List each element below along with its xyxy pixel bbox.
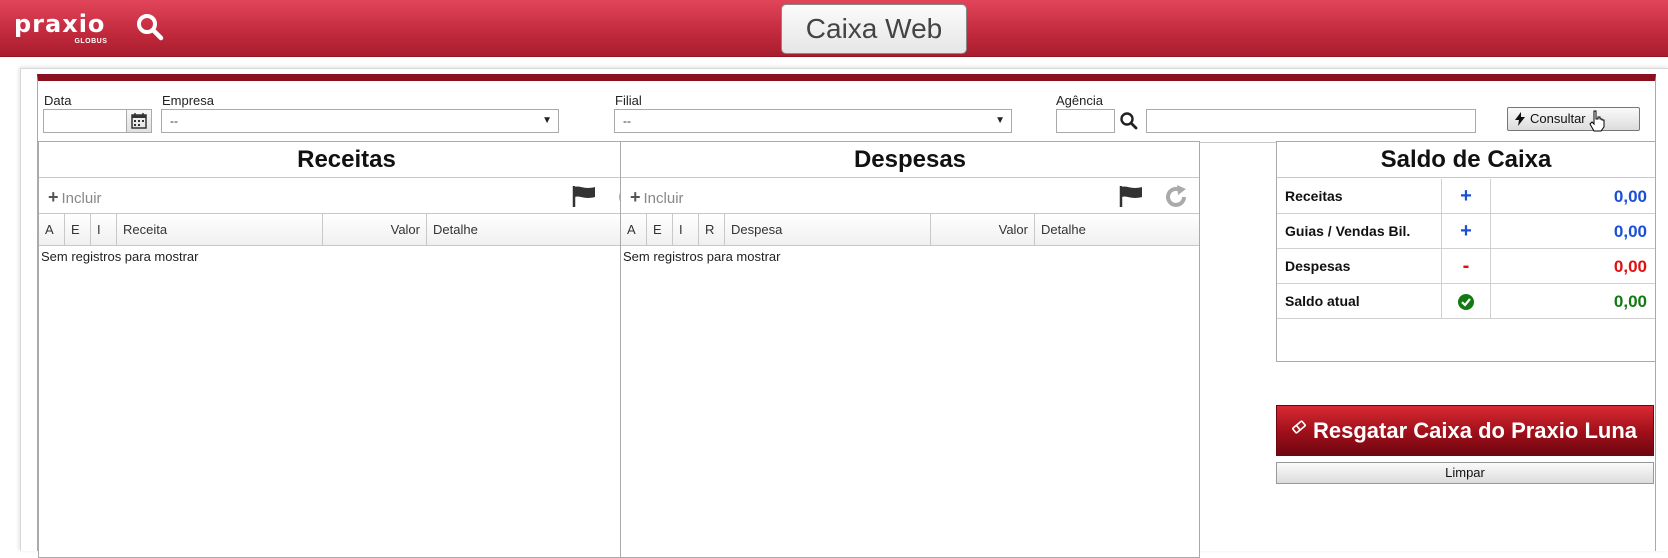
saldo-row-label: Receitas — [1285, 188, 1343, 204]
flag-icon[interactable] — [1118, 184, 1144, 211]
check-circle-icon — [1441, 284, 1491, 319]
agencia-name-input[interactable] — [1146, 109, 1476, 133]
flag-icon[interactable] — [571, 184, 597, 211]
refresh-icon[interactable] — [1163, 184, 1189, 213]
despesas-incluir-label: Incluir — [643, 190, 684, 207]
dropdown-arrow-icon: ▼ — [995, 115, 1005, 126]
column-header[interactable]: I — [673, 214, 699, 245]
bolt-icon — [1515, 112, 1525, 126]
column-header[interactable]: A — [39, 214, 65, 245]
receitas-toolbar: + Incluir — [39, 178, 654, 214]
minus-sign: - — [1441, 249, 1491, 284]
agencia-label: Agência — [1056, 93, 1103, 108]
despesas-empty-message: Sem registros para mostrar — [623, 249, 781, 264]
saldo-row-guias: Guias / Vendas Bil. + 0,00 — [1277, 214, 1655, 249]
despesas-toolbar: + Incluir — [621, 178, 1199, 214]
receitas-grid-header: A E I Receita Valor Detalhe — [39, 214, 654, 246]
column-header[interactable]: R — [699, 214, 725, 245]
filial-label: Filial — [615, 93, 642, 108]
saldo-row-value: 0,00 — [1613, 292, 1647, 311]
filial-selected-value: -- — [623, 114, 631, 128]
column-header[interactable]: Detalhe — [1035, 214, 1199, 245]
receitas-title: Receitas — [39, 142, 654, 178]
resgatar-label: Resgatar Caixa do Praxio Luna — [1313, 418, 1637, 443]
logo-text: praxio — [14, 10, 106, 38]
saldo-row-value: 0,00 — [1613, 222, 1647, 241]
saldo-row-despesas: Despesas - 0,00 — [1277, 249, 1655, 284]
column-header[interactable]: E — [65, 214, 91, 245]
praxio-logo[interactable]: praxio GLOBUS — [14, 10, 107, 45]
receitas-incluir-label: Incluir — [61, 190, 102, 207]
column-header[interactable]: Valor — [323, 214, 427, 245]
receitas-empty-message: Sem registros para mostrar — [41, 249, 199, 264]
dropdown-arrow-icon: ▼ — [542, 115, 552, 126]
logo-subtext: GLOBUS — [74, 38, 108, 45]
plus-sign: + — [1441, 214, 1491, 249]
consultar-button[interactable]: Consultar — [1507, 107, 1640, 132]
despesas-title: Despesas — [621, 142, 1199, 178]
saldo-table: Receitas + 0,00 Guias / Vendas Bil. + 0,… — [1277, 179, 1655, 319]
limpar-button[interactable]: Limpar — [1276, 462, 1654, 484]
plus-icon: + — [630, 187, 641, 207]
search-icon[interactable] — [136, 13, 168, 45]
despesas-grid-header: A E I R Despesa Valor Detalhe — [621, 214, 1199, 246]
despesas-incluir-button[interactable]: + Incluir — [630, 187, 684, 208]
resgatar-caixa-button[interactable]: Resgatar Caixa do Praxio Luna — [1276, 405, 1654, 456]
hand-cursor-icon — [1589, 110, 1605, 132]
saldo-row-label: Guias / Vendas Bil. — [1285, 223, 1411, 239]
data-label: Data — [44, 93, 72, 108]
saldo-title: Saldo de Caixa — [1277, 142, 1655, 178]
filter-bar: Data Empresa -- ▼ Filial -- ▼ Agência Co… — [38, 81, 1655, 143]
plus-sign: + — [1441, 179, 1491, 214]
calendar-button[interactable] — [126, 109, 152, 133]
despesas-panel: Despesas + Incluir A E I R Despesa Valor… — [620, 141, 1200, 558]
column-header[interactable]: E — [647, 214, 673, 245]
consultar-label: Consultar — [1530, 111, 1586, 126]
empresa-selected-value: -- — [170, 114, 178, 128]
column-header[interactable]: A — [621, 214, 647, 245]
saldo-row-value: 0,00 — [1613, 257, 1647, 276]
filial-select[interactable]: -- ▼ — [614, 109, 1012, 133]
calendar-icon — [131, 113, 147, 129]
plus-icon: + — [48, 187, 59, 207]
empresa-select[interactable]: -- ▼ — [161, 109, 559, 133]
receitas-incluir-button[interactable]: + Incluir — [48, 187, 102, 208]
empresa-label: Empresa — [162, 93, 215, 108]
saldo-row-receitas: Receitas + 0,00 — [1277, 179, 1655, 214]
saldo-row-label: Saldo atual — [1285, 293, 1360, 309]
saldo-panel: Saldo de Caixa Receitas + 0,00 Guias / V… — [1276, 141, 1656, 362]
column-header[interactable]: Despesa — [725, 214, 931, 245]
saldo-row-label: Despesas — [1285, 258, 1351, 274]
saldo-row-saldo-atual: Saldo atual 0,00 — [1277, 284, 1655, 319]
column-header[interactable]: I — [91, 214, 117, 245]
top-bar: praxio GLOBUS Caixa Web — [0, 0, 1668, 57]
agencia-search-icon[interactable] — [1119, 111, 1139, 131]
agencia-code-input[interactable] — [1056, 109, 1115, 133]
receitas-panel: Receitas + Incluir A E I Receita Valor D… — [38, 141, 655, 558]
page-title: Caixa Web — [781, 4, 967, 54]
eraser-icon — [1292, 420, 1306, 434]
column-header[interactable]: Valor — [931, 214, 1035, 245]
data-input[interactable] — [43, 109, 127, 133]
saldo-row-value: 0,00 — [1613, 187, 1647, 206]
column-header[interactable]: Receita — [117, 214, 323, 245]
